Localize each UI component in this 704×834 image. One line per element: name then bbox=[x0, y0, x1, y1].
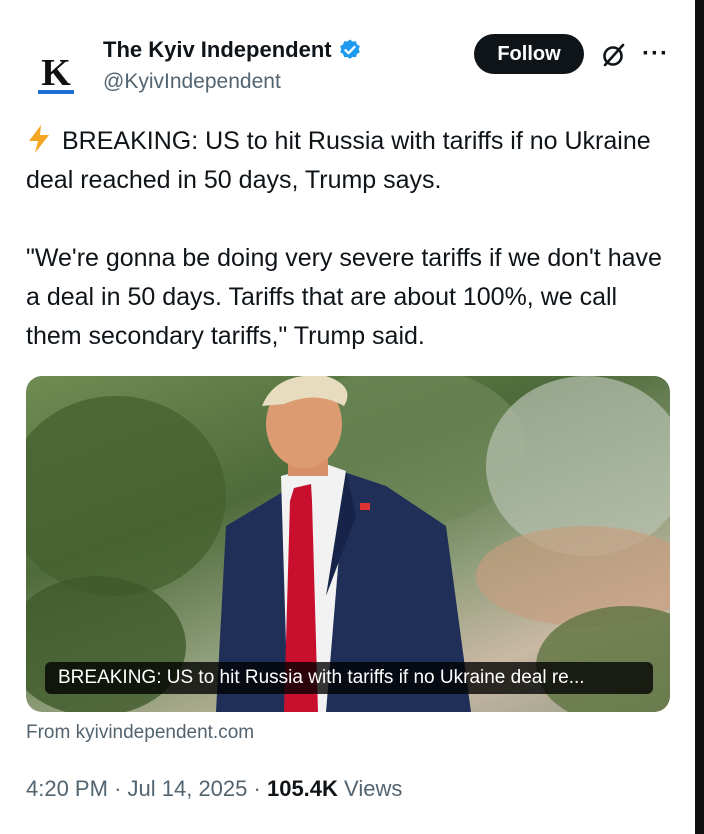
tweet-text: BREAKING: US to hit Russia with tariffs … bbox=[26, 122, 676, 356]
follow-button[interactable]: Follow bbox=[474, 34, 584, 74]
card-source-link[interactable]: From kyivindependent.com bbox=[26, 722, 254, 744]
tweet-date[interactable]: Jul 14, 2025 bbox=[128, 776, 248, 801]
lightning-bolt-icon bbox=[29, 125, 49, 153]
card-caption[interactable]: BREAKING: US to hit Russia with tariffs … bbox=[45, 662, 653, 694]
account-name-row[interactable]: The Kyiv Independent bbox=[103, 37, 362, 63]
grok-icon[interactable] bbox=[600, 41, 628, 69]
window-edge bbox=[695, 0, 704, 834]
tweet-time[interactable]: 4:20 PM bbox=[26, 776, 108, 801]
tweet-quote: "We're gonna be doing very severe tariff… bbox=[26, 244, 662, 350]
tweet-paragraph-1: BREAKING: US to hit Russia with tariffs … bbox=[26, 122, 676, 200]
verified-badge-icon bbox=[339, 39, 360, 59]
avatar[interactable]: K bbox=[22, 40, 90, 108]
tweet-meta: 4:20 PM · Jul 14, 2025 · 105.4K Views bbox=[26, 776, 402, 802]
meta-separator: · bbox=[253, 776, 261, 801]
avatar-letter: K bbox=[41, 52, 71, 94]
link-preview-card[interactable]: BREAKING: US to hit Russia with tariffs … bbox=[26, 376, 670, 712]
meta-separator: · bbox=[114, 776, 122, 801]
avatar-underline bbox=[38, 90, 74, 94]
account-name[interactable]: The Kyiv Independent bbox=[103, 37, 332, 63]
views-label: Views bbox=[344, 776, 403, 801]
tweet-headline: BREAKING: US to hit Russia with tariffs … bbox=[26, 127, 651, 194]
views-count: 105.4K bbox=[266, 776, 338, 801]
more-options-icon[interactable]: ··· bbox=[642, 40, 669, 68]
account-handle[interactable]: @KyivIndependent bbox=[103, 70, 281, 94]
